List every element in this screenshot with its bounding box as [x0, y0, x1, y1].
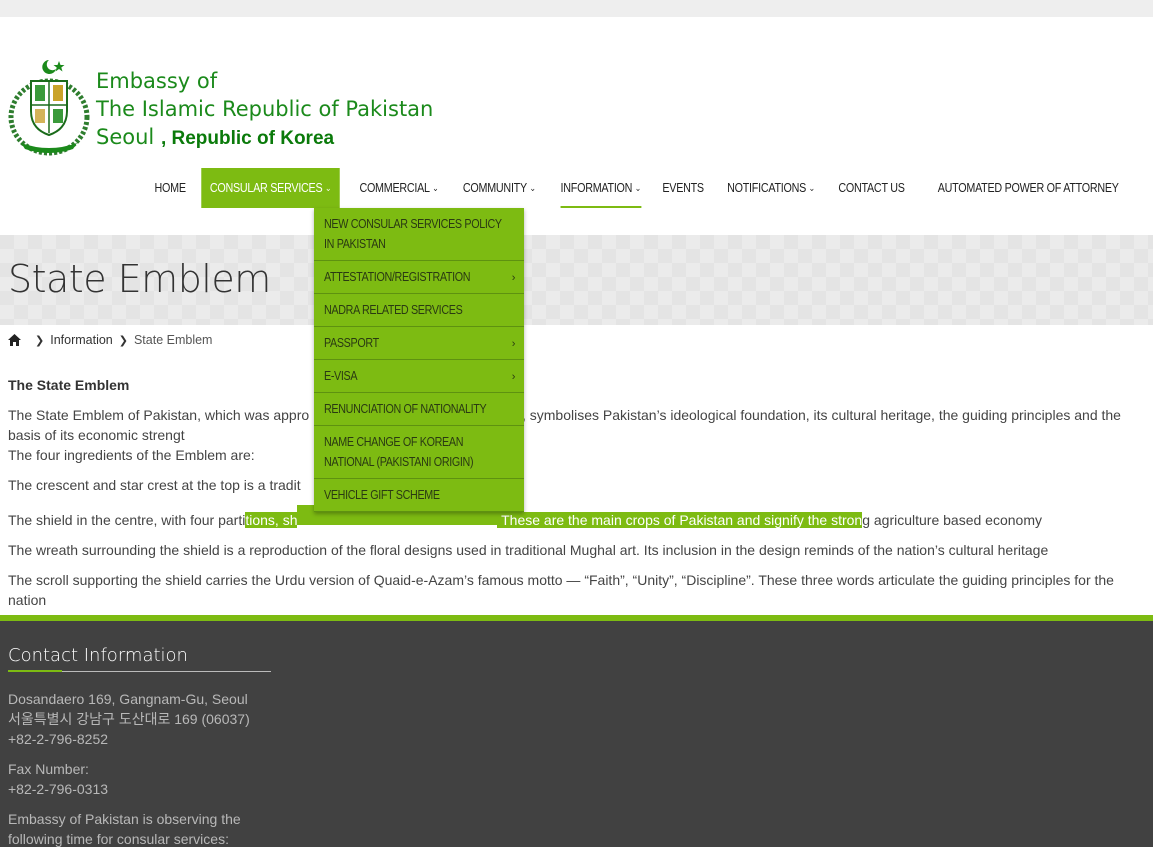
home-icon[interactable]: [8, 334, 21, 346]
chevron-down-icon: ⌄: [808, 182, 815, 193]
intro-part-a: The State Emblem of Pakistan, which was …: [8, 407, 310, 423]
nav-information-label: INFORMATION: [560, 181, 632, 195]
nav-information[interactable]: INFORMATION ⌄: [552, 168, 650, 208]
dropdown-item-name-change[interactable]: NAME CHANGE OF KOREAN NATIONAL (PAKISTAN…: [314, 426, 524, 479]
paragraph-scroll: The scroll supporting the shield carries…: [8, 572, 1114, 608]
nav-events-label: EVENTS: [662, 181, 705, 195]
logo-country: , Republic of Korea: [160, 128, 335, 149]
logo-line-3: Seoul , Republic of Korea: [96, 123, 433, 153]
nav-commercial[interactable]: COMMERCIAL ⌄: [351, 168, 447, 208]
chevron-down-icon: ⌄: [529, 182, 537, 193]
nav-notifications-label: NOTIFICATIONS: [726, 181, 806, 195]
dropdown-label: E-VISA: [324, 369, 358, 383]
nav-home-label: HOME: [154, 181, 186, 195]
dropdown-label: NEW CONSULAR SERVICES POLICY IN PAKISTAN: [324, 217, 502, 251]
paragraph-crescent: The crescent and star crest at the top i…: [8, 477, 301, 493]
section-heading: The State Emblem: [8, 377, 130, 393]
dropdown-item-vehicle-gift[interactable]: VEHICLE GIFT SCHEME: [314, 479, 524, 512]
chevron-right-icon: ›: [511, 272, 516, 284]
footer-address-ko: 서울특별시 강남구 도산대로 169 (06037): [8, 711, 250, 727]
state-emblem-logo[interactable]: [7, 57, 91, 157]
logo-line-1: Embassy of: [96, 69, 218, 93]
nav-automated-power-of-attorney[interactable]: AUTOMATED POWER OF ATTORNEY: [929, 168, 1127, 208]
selected-text-1: tions, sh: [245, 512, 298, 528]
nav-commercial-label: COMMERCIAL: [359, 181, 431, 195]
nav-notifications[interactable]: NOTIFICATIONS ⌄: [718, 168, 823, 208]
dropdown-label: PASSPORT: [324, 336, 379, 350]
logo-line-2: The Islamic Republic of Pakistan: [96, 97, 434, 121]
footer-fax: Fax Number: +82-2-796-0313: [8, 759, 278, 799]
dropdown-item-nadra[interactable]: NADRA RELATED SERVICES: [314, 294, 524, 327]
footer-phone: +82-2-796-8252: [8, 731, 109, 747]
site-footer: Contact Information Dosandaero 169, Gang…: [0, 615, 1153, 847]
dropdown-item-passport[interactable]: PASSPORT ›: [314, 327, 524, 360]
chevron-down-icon: ⌄: [634, 182, 641, 193]
main-nav: HOME CONSULAR SERVICES ⌄ COMMERCIAL ⌄ COMM…: [146, 168, 1139, 208]
footer-address: Dosandaero 169, Gangnam-Gu, Seoul 서울특별시 강…: [8, 689, 278, 749]
chevron-right-icon: ›: [511, 338, 516, 350]
dropdown-item-attestation[interactable]: ATTESTATION/REGISTRATION ›: [314, 261, 524, 294]
nav-contact-label: CONTACT US: [838, 181, 906, 195]
page-banner: State Emblem: [0, 235, 1153, 325]
dropdown-label: ATTESTATION/REGISTRATION: [324, 270, 471, 284]
top-strip: [0, 0, 1153, 17]
paragraph-intro: The State Emblem of Pakistan, which was …: [8, 405, 1148, 465]
main-content: The State Emblem The State Emblem of Pak…: [8, 375, 1148, 620]
footer-divider-accent: [8, 670, 62, 672]
footer-note: Embassy of Pakistan is observing the fol…: [8, 811, 241, 847]
intro-part-c: The four ingredients of the Emblem are:: [8, 447, 255, 463]
logo-city: Seoul: [96, 125, 155, 149]
dropdown-item-evisa[interactable]: E-VISA ›: [314, 360, 524, 393]
nav-community[interactable]: COMMUNITY ⌄: [454, 168, 544, 208]
footer-fax-number: +82-2-796-0313: [8, 781, 109, 797]
nav-home[interactable]: HOME: [146, 168, 194, 208]
dropdown-label: NAME CHANGE OF KOREAN NATIONAL (PAKISTAN…: [324, 435, 474, 469]
nav-contact-us[interactable]: CONTACT US: [830, 168, 914, 208]
chevron-down-icon: ⌄: [432, 182, 439, 193]
breadcrumb-information[interactable]: Information: [50, 333, 113, 347]
paragraph-wreath: The wreath surrounding the shield is a r…: [8, 542, 1049, 558]
nav-consular-label: CONSULAR SERVICES: [209, 181, 323, 195]
paragraph-shield: The shield in the centre, with four part…: [8, 505, 1148, 530]
breadcrumb: ❯ Information ❯ State Emblem: [8, 333, 212, 347]
chevron-down-icon: ⌄: [325, 182, 332, 193]
dropdown-item-renunciation[interactable]: RENUNCIATION OF NATIONALITY: [314, 393, 524, 426]
footer-title: Contact Information: [8, 645, 188, 666]
nav-events[interactable]: EVENTS: [654, 168, 713, 208]
dropdown-item-new-policy[interactable]: NEW CONSULAR SERVICES POLICY IN PAKISTAN: [314, 208, 524, 261]
footer-address-en: Dosandaero 169, Gangnam-Gu, Seoul: [8, 691, 248, 707]
site-logo-text[interactable]: Embassy of The Islamic Republic of Pakis…: [96, 67, 433, 153]
breadcrumb-current: State Emblem: [133, 333, 213, 347]
shield-part-b: g agriculture based economy: [862, 512, 1042, 528]
dropdown-label: VEHICLE GIFT SCHEME: [324, 488, 440, 502]
shield-part-a: The shield in the centre, with four part…: [8, 512, 246, 528]
footer-contact-text: Dosandaero 169, Gangnam-Gu, Seoul 서울특별시 강…: [8, 689, 278, 847]
chevron-right-icon: ❯: [35, 334, 45, 347]
page-title: State Emblem: [8, 257, 271, 301]
dropdown-label: RENUNCIATION OF NATIONALITY: [324, 402, 487, 416]
nav-consular-services[interactable]: CONSULAR SERVICES ⌄: [201, 168, 340, 208]
chevron-right-icon: ❯: [118, 334, 128, 347]
footer-fax-label: Fax Number:: [8, 761, 89, 777]
consular-services-dropdown: NEW CONSULAR SERVICES POLICY IN PAKISTAN…: [314, 208, 524, 512]
chevron-right-icon: ›: [511, 371, 516, 383]
selected-text-2: These are the main crops of Pakistan and…: [497, 512, 863, 528]
nav-community-label: COMMUNITY: [463, 181, 528, 195]
site-header: Embassy of The Islamic Republic of Pakis…: [0, 17, 1153, 235]
dropdown-label: NADRA RELATED SERVICES: [324, 303, 463, 317]
nav-apa-label: AUTOMATED POWER OF ATTORNEY: [937, 181, 1119, 195]
